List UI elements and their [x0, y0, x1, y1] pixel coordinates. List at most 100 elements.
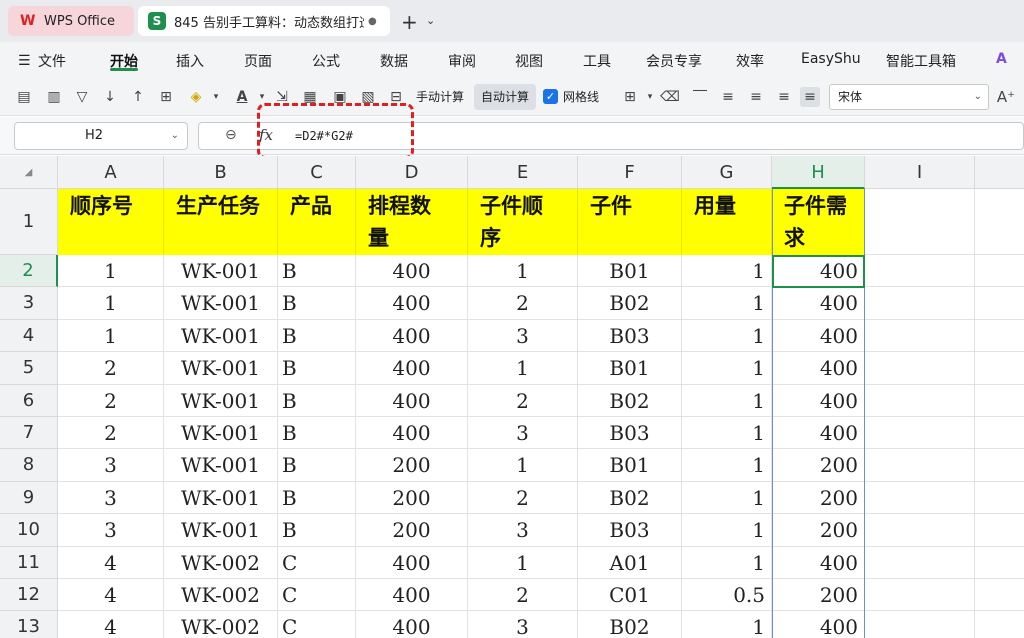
cell-a8[interactable]: 3 — [58, 449, 164, 482]
align-right-icon[interactable]: ≡ — [774, 87, 794, 107]
ai-icon[interactable]: A — [996, 51, 1007, 67]
cell-c10[interactable]: B — [278, 514, 356, 547]
cell-c8[interactable]: B — [278, 449, 356, 482]
row-header-5[interactable]: 5 — [0, 352, 58, 385]
row-header-9[interactable]: 9 — [0, 481, 58, 515]
sort-asc-icon[interactable]: ↓ — [100, 87, 120, 107]
column-header-a[interactable]: A — [58, 156, 164, 189]
cell-b10[interactable]: WK-001 — [164, 514, 278, 547]
filter-icon[interactable]: ▽ — [72, 87, 92, 107]
column-header-e[interactable]: E — [468, 156, 578, 189]
cell-a4[interactable]: 1 — [58, 319, 164, 353]
column-header-b[interactable]: B — [164, 156, 278, 189]
cell-f8[interactable]: B01 — [578, 449, 682, 482]
cell-e8[interactable]: 1 — [468, 449, 578, 482]
tab-document[interactable]: S 845 告别手工算料：动态数组打造 ● — [138, 6, 390, 36]
cell-b8[interactable]: WK-001 — [164, 449, 278, 482]
cell-a5[interactable]: 2 — [58, 352, 164, 385]
fill-color-dropdown-icon[interactable]: ▾ — [206, 87, 226, 107]
cell-h7[interactable]: 400 — [772, 417, 865, 450]
cell-c4[interactable]: B — [278, 319, 356, 353]
paste-value-icon[interactable]: ▤ — [14, 87, 34, 107]
cell-h5[interactable]: 400 — [772, 352, 865, 385]
header-cell-e[interactable]: 子件顺序 — [468, 189, 578, 255]
cell-h2[interactable]: 400 — [772, 255, 865, 288]
increase-font-icon[interactable]: A⁺ — [996, 87, 1016, 107]
cell-b2[interactable]: WK-001 — [164, 255, 278, 288]
cell-h13[interactable]: 400 — [772, 611, 865, 638]
cell-f13[interactable]: B02 — [578, 611, 682, 638]
cell-e4[interactable]: 3 — [468, 319, 578, 353]
menu-tools[interactable]: 工具 — [583, 51, 611, 71]
cell-g6[interactable]: 1 — [682, 384, 772, 417]
row-header-7[interactable]: 7 — [0, 417, 58, 450]
tab-wps-office[interactable]: W WPS Office — [8, 6, 134, 36]
cell-a3[interactable]: 1 — [58, 287, 164, 320]
cell-g5[interactable]: 1 — [682, 352, 772, 385]
cell-i5[interactable] — [865, 352, 975, 385]
cell-c6[interactable]: B — [278, 384, 356, 417]
cell-h12[interactable]: 200 — [772, 579, 865, 612]
menu-page[interactable]: 页面 — [244, 51, 272, 71]
cell-g3[interactable]: 1 — [682, 287, 772, 320]
cell-f10[interactable]: B03 — [578, 514, 682, 547]
cell-f3[interactable]: B02 — [578, 287, 682, 320]
cell-f4[interactable]: B03 — [578, 319, 682, 353]
cell-i6[interactable] — [865, 384, 975, 417]
auto-calc-button[interactable]: 自动计算 — [474, 84, 536, 110]
column-header-d[interactable]: D — [356, 156, 468, 189]
cell-i10[interactable] — [865, 514, 975, 547]
cell-i3[interactable] — [865, 287, 975, 320]
cell-d10[interactable]: 200 — [356, 514, 468, 547]
cell-i1[interactable] — [865, 189, 975, 255]
column-header-g[interactable]: G — [682, 156, 772, 189]
cell-d7[interactable]: 400 — [356, 417, 468, 450]
zoom-icon[interactable]: ⊖ — [225, 127, 237, 143]
gridlines-checkbox[interactable]: ✓ — [543, 89, 558, 104]
justify-icon[interactable]: ≡ — [800, 87, 820, 107]
cell-a7[interactable]: 2 — [58, 417, 164, 450]
cell-i2[interactable] — [865, 255, 975, 288]
cell-c11[interactable]: C — [278, 546, 356, 579]
cell-f6[interactable]: B02 — [578, 384, 682, 417]
cell-e9[interactable]: 2 — [468, 481, 578, 515]
cell-d5[interactable]: 400 — [356, 352, 468, 385]
tabs-menu-chevron-icon[interactable]: ⌄ — [426, 14, 435, 27]
cell-c12[interactable]: C — [278, 579, 356, 612]
header-cell-b[interactable]: 生产任务 — [164, 189, 278, 255]
cell-i4[interactable] — [865, 319, 975, 353]
cell-i7[interactable] — [865, 417, 975, 450]
name-box[interactable]: H2 ⌄ — [14, 122, 188, 150]
cell-b3[interactable]: WK-001 — [164, 287, 278, 320]
cell-a10[interactable]: 3 — [58, 514, 164, 547]
cell-g4[interactable]: 1 — [682, 319, 772, 353]
cell-e5[interactable]: 1 — [468, 352, 578, 385]
cell-i8[interactable] — [865, 449, 975, 482]
menu-member[interactable]: 会员专享 — [646, 51, 702, 71]
cell-g2[interactable]: 1 — [682, 255, 772, 288]
row-header-11[interactable]: 11 — [0, 546, 58, 579]
cell-h8[interactable]: 200 — [772, 449, 865, 482]
cell-d6[interactable]: 400 — [356, 384, 468, 417]
manual-calc-button[interactable]: 手动计算 — [416, 88, 464, 105]
cell-c5[interactable]: B — [278, 352, 356, 385]
spreadsheet-grid[interactable]: ◢ A B C D E F G H I 1 顺序号 生产任务 产品 排程数量子件顺序子件 用量 子件需求 2 1 W… — [0, 156, 1024, 638]
cell-c13[interactable]: C — [278, 611, 356, 638]
menu-formula[interactable]: 公式 — [312, 51, 340, 71]
cell-d9[interactable]: 200 — [356, 481, 468, 515]
menu-file[interactable]: 文件 — [38, 51, 66, 71]
cell-a12[interactable]: 4 — [58, 579, 164, 612]
header-cell-h[interactable]: 子件需求 — [772, 189, 865, 255]
cell-b7[interactable]: WK-001 — [164, 417, 278, 450]
cell-b12[interactable]: WK-002 — [164, 579, 278, 612]
menu-efficiency[interactable]: 效率 — [736, 51, 764, 71]
cell-e2[interactable]: 1 — [468, 255, 578, 288]
cell-b6[interactable]: WK-001 — [164, 384, 278, 417]
menu-easyshu[interactable]: EasyShu — [801, 51, 861, 67]
row-header-12[interactable]: 12 — [0, 579, 58, 612]
cell-g10[interactable]: 1 — [682, 514, 772, 547]
align-center-icon[interactable]: ≡ — [746, 87, 766, 107]
header-cell-a[interactable]: 顺序号 — [58, 189, 164, 255]
cell-i13[interactable] — [865, 611, 975, 638]
cell-b4[interactable]: WK-001 — [164, 319, 278, 353]
